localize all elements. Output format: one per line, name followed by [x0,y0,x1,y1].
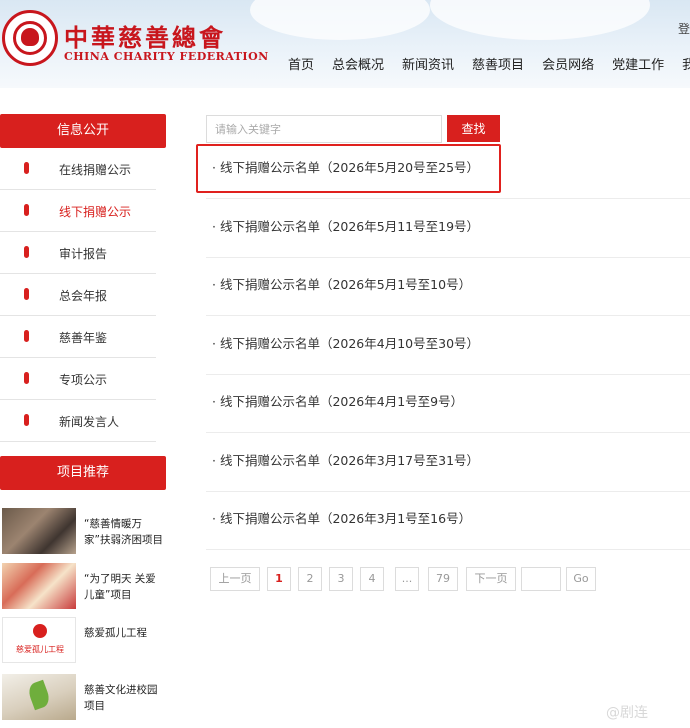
sidebar-item-audit-report[interactable]: 审计报告 [0,232,156,274]
child-figure-icon [33,624,47,638]
sidebar-item-label: 审计报告 [59,247,108,261]
sidebar-item-label: 慈善年鉴 [59,331,108,345]
header-cloud [430,0,650,40]
sidebar-item-online-donation[interactable]: 在线捐赠公示 [0,148,156,190]
bullet-icon [24,414,29,426]
nav-item-about[interactable]: 总会概况 [332,54,384,73]
project-thumbnail[interactable]: 慈爱孤儿工程 [2,617,76,663]
bullet-icon [24,288,29,300]
bullet-icon [24,246,29,258]
bullet-icon [24,204,29,216]
list-item-link[interactable]: · 线下捐赠公示名单（2026年5月1号至10号） [212,274,471,293]
page-ellipsis: ... [395,567,419,591]
login-link[interactable]: 登 [678,20,690,37]
project-thumbnail[interactable] [2,508,76,554]
nav-item-home[interactable]: 首页 [288,54,314,73]
go-button[interactable]: Go [566,567,596,591]
search-input[interactable] [206,115,442,143]
project-card[interactable]: “慈善情暖万家”扶弱济困项目 [0,508,166,560]
prev-page-button[interactable]: 上一页 [210,567,260,591]
list-item-link[interactable]: · 线下捐赠公示名单（2026年3月17号至31号） [212,450,479,469]
sidebar-item-spokesperson[interactable]: 新闻发言人 [0,400,156,442]
project-title[interactable]: “慈善情暖万家”扶弱济困项目 [84,516,166,548]
project-thumbnail[interactable] [2,563,76,609]
project-card[interactable]: “为了明天 关爱儿童”项目 [0,563,166,615]
bullet-icon [24,330,29,342]
page-number-button[interactable]: 3 [329,567,353,591]
list-item-link[interactable]: · 线下捐赠公示名单（2026年3月1号至16号） [212,508,471,527]
nav-item-news[interactable]: 新闻资讯 [402,54,454,73]
sidebar-item-offline-donation[interactable]: 线下捐赠公示 [0,190,156,232]
project-card[interactable]: 慈善文化进校园项目 [0,674,166,726]
nav-item-more[interactable]: 我 [682,54,690,73]
project-thumbnail[interactable] [2,674,76,720]
page-number-button[interactable]: 4 [360,567,384,591]
list-item[interactable]: · 线下捐赠公示名单（2026年3月1号至16号） [206,492,690,550]
nav-item-projects[interactable]: 慈善项目 [472,54,524,73]
project-title[interactable]: 慈善文化进校园项目 [84,682,166,714]
list-item[interactable]: · 线下捐赠公示名单（2026年3月17号至31号） [206,434,690,492]
projects-section-title: 项目推荐 [0,456,166,490]
project-title[interactable]: 慈爱孤儿工程 [84,625,166,641]
sidebar-item-special-notice[interactable]: 专项公示 [0,358,156,400]
sidebar-item-label: 线下捐赠公示 [59,205,132,219]
sidebar-item-annual-report[interactable]: 总会年报 [0,274,156,316]
sidebar-menu: 在线捐赠公示 线下捐赠公示 审计报告 总会年报 慈善年鉴 专项公示 新闻发言人 [0,148,156,442]
thumbnail-caption: 慈爱孤儿工程 [16,645,64,654]
list-item[interactable]: · 线下捐赠公示名单（2026年5月11号至19号） [206,200,690,258]
bullet-icon [24,162,29,174]
logo-english-name[interactable]: CHINA CHARITY FEDERATION [64,50,269,63]
list-item[interactable]: · 线下捐赠公示名单（2026年5月1号至10号） [206,258,690,316]
nav-item-members[interactable]: 会员网络 [542,54,594,73]
list-item-link[interactable]: · 线下捐赠公示名单（2026年4月1号至9号） [212,391,463,410]
sidebar-item-label: 总会年报 [59,289,108,303]
logo-chinese-name[interactable]: 中華慈善總會 [64,18,226,53]
sidebar-section-title: 信息公开 [0,114,166,148]
watermark: @剧连 [606,705,648,721]
page-number-button[interactable]: 79 [428,567,458,591]
header-cloud [250,0,430,40]
bullet-icon [24,372,29,384]
project-card[interactable]: 慈爱孤儿工程 慈爱孤儿工程 [0,617,166,669]
list-item-link[interactable]: · 线下捐赠公示名单（2026年5月11号至19号） [212,216,479,235]
sidebar-item-yearbook[interactable]: 慈善年鉴 [0,316,156,358]
search-button[interactable]: 查找 [447,115,500,142]
sidebar-item-label: 在线捐赠公示 [59,163,132,177]
project-title[interactable]: “为了明天 关爱儿童”项目 [84,571,166,603]
page-jump-input[interactable] [521,567,561,591]
sidebar-item-label: 新闻发言人 [59,415,120,429]
list-item[interactable]: · 线下捐赠公示名单（2026年4月1号至9号） [206,375,690,433]
sprout-icon [26,679,52,711]
site-header: 中華慈善總會 CHINA CHARITY FEDERATION 登 首页 总会概… [0,0,690,88]
list-item-link[interactable]: · 线下捐赠公示名单（2026年4月10号至30号） [212,333,479,352]
next-page-button[interactable]: 下一页 [466,567,516,591]
page-number-button[interactable]: 2 [298,567,322,591]
highlight-box [196,144,501,193]
sidebar-item-label: 专项公示 [59,373,108,387]
list-item[interactable]: · 线下捐赠公示名单（2026年4月10号至30号） [206,317,690,375]
main-nav: 首页 总会概况 新闻资讯 慈善项目 会员网络 党建工作 我 [288,54,690,73]
nav-item-party[interactable]: 党建工作 [612,54,664,73]
page-number-button[interactable]: 1 [267,567,291,591]
logo-emblem-icon[interactable] [2,10,58,66]
